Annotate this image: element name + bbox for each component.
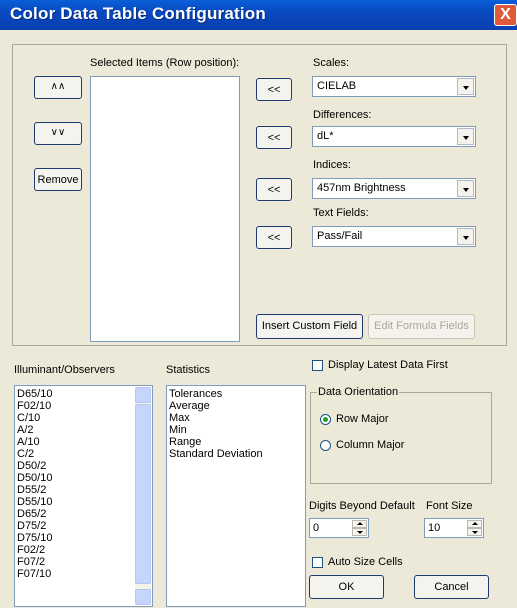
insert-custom-field-button[interactable]: Insert Custom Field (256, 314, 363, 339)
spin-up-icon[interactable] (352, 520, 367, 528)
chevron-down-icon[interactable] (457, 128, 474, 145)
scroll-up-icon[interactable] (135, 387, 151, 403)
list-item[interactable]: Max (167, 412, 305, 424)
text-fields-label: Text Fields: (313, 207, 369, 219)
add-difference-button[interactable]: << (256, 126, 292, 149)
list-item[interactable]: C/2 (15, 448, 152, 460)
double-up-chevron-icon: ∧∧ (50, 81, 66, 92)
differences-select[interactable]: dL* (312, 126, 476, 147)
list-item[interactable]: C/10 (15, 412, 152, 424)
chevron-down-icon[interactable] (457, 228, 474, 245)
data-orientation-label: Data Orientation (317, 386, 400, 398)
spin-down-icon[interactable] (467, 528, 482, 536)
add-text-field-button[interactable]: << (256, 226, 292, 249)
chevron-down-icon[interactable] (457, 78, 474, 95)
font-size-value: 10 (428, 522, 441, 534)
insert-custom-field-label: Insert Custom Field (261, 320, 358, 332)
cancel-button[interactable]: Cancel (414, 575, 489, 599)
list-item[interactable]: D55/2 (15, 484, 152, 496)
statistics-list[interactable]: Tolerances Average Max Min Range Standard Dev… (166, 385, 306, 607)
spin-down-icon[interactable] (352, 528, 367, 536)
illuminant-list[interactable]: D65/10 F02/10 C/10 A/2 A/10 C/2 D50/2 D50/10 D55… (14, 385, 153, 607)
font-size-spin-buttons[interactable] (467, 520, 482, 536)
cancel-button-label: Cancel (434, 581, 469, 593)
add-index-button[interactable]: << (256, 178, 292, 201)
auto-size-cells-checkbox[interactable] (312, 557, 323, 568)
window-title: Color Data Table Configuration (10, 4, 266, 23)
scales-select-value: CIELAB (317, 80, 357, 92)
digits-spinner[interactable]: 0 (309, 518, 369, 538)
column-major-label: Column Major (336, 439, 405, 451)
digits-value: 0 (313, 522, 320, 534)
row-major-radio[interactable] (320, 414, 331, 425)
data-orientation-groupbox (310, 392, 492, 484)
remove-button-label: Remove (37, 174, 79, 186)
ok-button[interactable]: OK (309, 575, 384, 599)
list-item[interactable]: F02/2 (15, 544, 152, 556)
title-bar[interactable]: Color Data Table Configuration X (0, 0, 517, 30)
indices-select[interactable]: 457nm Brightness (312, 178, 476, 199)
edit-formula-fields-button[interactable]: Edit Formula Fields (368, 314, 475, 339)
add-scale-label: << (267, 84, 281, 96)
list-item[interactable]: D75/2 (15, 520, 152, 532)
double-down-chevron-icon: ∨∨ (50, 127, 66, 138)
digits-label: Digits Beyond Default (309, 500, 415, 512)
differences-select-value: dL* (317, 130, 334, 142)
font-size-label: Font Size (426, 500, 473, 512)
text-fields-select[interactable]: Pass/Fail (312, 226, 476, 247)
list-item[interactable]: D75/10 (15, 532, 152, 544)
statistics-label: Statistics (166, 364, 211, 376)
list-item[interactable]: Min (167, 424, 305, 436)
list-item[interactable]: F07/2 (15, 556, 152, 568)
auto-size-cells-label: Auto Size Cells (328, 556, 403, 568)
illuminant-label: Illuminant/Observers (14, 364, 115, 376)
ok-button-label: OK (338, 581, 355, 593)
add-text-field-label: << (267, 232, 281, 244)
list-item[interactable]: D50/2 (15, 460, 152, 472)
list-item[interactable]: D65/2 (15, 508, 152, 520)
selected-items-list[interactable] (90, 76, 240, 342)
list-item[interactable]: F07/10 (15, 568, 152, 580)
list-item[interactable]: Tolerances (167, 388, 305, 400)
digits-spin-buttons[interactable] (352, 520, 367, 536)
list-item[interactable]: F02/10 (15, 400, 152, 412)
edit-formula-fields-label: Edit Formula Fields (374, 320, 469, 332)
list-item[interactable]: D55/10 (15, 496, 152, 508)
chevron-down-icon[interactable] (457, 180, 474, 197)
close-button[interactable]: X (494, 4, 517, 26)
list-item[interactable]: D50/10 (15, 472, 152, 484)
scroll-down-icon[interactable] (135, 589, 151, 605)
add-difference-label: << (267, 132, 281, 144)
statistics-items: Tolerances Average Max Min Range Standard Dev… (167, 386, 305, 460)
list-item[interactable]: Range (167, 436, 305, 448)
differences-label: Differences: (313, 109, 372, 121)
font-size-spinner[interactable]: 10 (424, 518, 484, 538)
list-item[interactable]: A/2 (15, 424, 152, 436)
list-item[interactable]: A/10 (15, 436, 152, 448)
indices-label: Indices: (313, 159, 351, 171)
remove-button[interactable]: Remove (34, 168, 82, 191)
row-major-label: Row Major (336, 413, 389, 425)
text-fields-select-value: Pass/Fail (317, 230, 363, 242)
illuminant-scrollbar[interactable] (135, 387, 151, 605)
display-latest-label: Display Latest Data First (328, 359, 448, 371)
add-scale-button[interactable]: << (256, 78, 292, 101)
spin-up-icon[interactable] (467, 520, 482, 528)
close-icon: X (500, 6, 511, 23)
list-item[interactable]: Standard Deviation (167, 448, 305, 460)
add-index-label: << (267, 184, 281, 196)
move-down-button[interactable]: ∨∨ (34, 122, 82, 145)
list-item[interactable]: Average (167, 400, 305, 412)
indices-select-value: 457nm Brightness (317, 182, 406, 194)
scroll-thumb[interactable] (135, 404, 151, 584)
scales-select[interactable]: CIELAB (312, 76, 476, 97)
illuminant-items: D65/10 F02/10 C/10 A/2 A/10 C/2 D50/2 D50/10 D55… (15, 386, 152, 580)
move-up-button[interactable]: ∧∧ (34, 76, 82, 99)
display-latest-checkbox[interactable] (312, 360, 323, 371)
selected-items-label: Selected Items (Row position): (90, 57, 240, 69)
scales-label: Scales: (313, 57, 350, 69)
column-major-radio[interactable] (320, 440, 331, 451)
list-item[interactable]: D65/10 (15, 388, 152, 400)
